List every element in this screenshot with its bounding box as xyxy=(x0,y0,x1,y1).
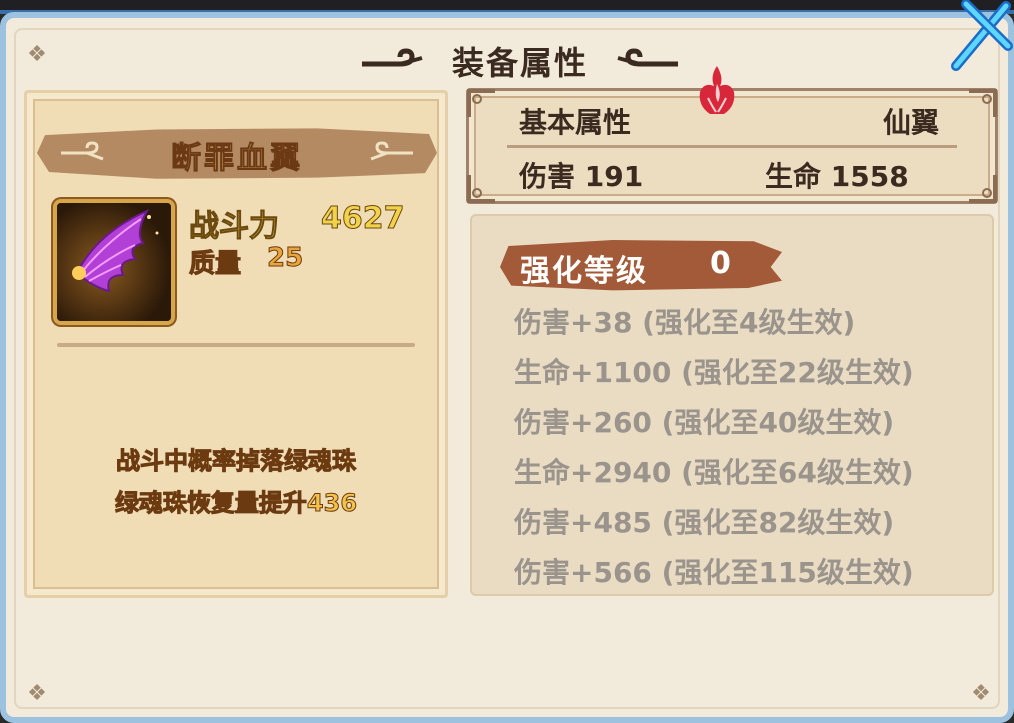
enhancement-level-value: 0 xyxy=(710,246,731,281)
quality-label: 质量 xyxy=(188,249,242,280)
basic-attributes-heading: 基本属性 xyxy=(519,106,632,139)
item-effect-line: 绿魂珠恢复量提升436 xyxy=(114,489,358,518)
purple-wing-icon[interactable] xyxy=(53,199,175,325)
enhancement-bonus-row: 生命+2940 (强化至64级生效) xyxy=(514,456,914,489)
item-effect-line: 战斗中概率掉落绿魂珠 xyxy=(116,447,357,476)
divider xyxy=(507,145,957,148)
enhancement-bonus-list: 伤害+38 (强化至4级生效) 生命+1100 (强化至22级生效) 伤害+26… xyxy=(514,298,914,598)
enhancement-level-banner: 强化等级 0 xyxy=(500,240,782,291)
enhancement-bonus-row: 伤害+260 (强化至40级生效) xyxy=(514,406,895,439)
dialog-title-bar: 装备属性 xyxy=(340,36,700,86)
corner-ornament-icon: ❖ xyxy=(27,42,47,67)
frame-corner-icon xyxy=(467,89,495,117)
frame-corner-icon xyxy=(969,175,997,203)
enhancement-box: 强化等级 0 伤害+38 (强化至4级生效) 生命+1100 (强化至22级生效… xyxy=(470,214,994,596)
scroll-ornament-icon xyxy=(361,48,423,67)
corner-ornament-icon: ❖ xyxy=(27,681,47,706)
damage-stat: 伤害 191 xyxy=(519,160,644,193)
health-stat: 生命 1558 xyxy=(765,160,909,193)
enhancement-level-label: 强化等级 xyxy=(520,254,648,289)
scroll-ornament-icon xyxy=(617,48,678,67)
frame-corner-icon xyxy=(969,89,997,117)
quality-value: 25 xyxy=(266,243,304,274)
enhancement-bonus-row: 生命+1100 (强化至22级生效) xyxy=(514,356,914,389)
item-detail-card: 断罪血翼 战斗力 4627 质量 25 战斗中概率掉落绿魂珠 绿魂珠恢复量提升4… xyxy=(24,90,448,598)
scroll-ornament-icon xyxy=(370,141,413,161)
power-value: 4627 xyxy=(321,201,405,237)
frame-corner-icon xyxy=(467,175,495,203)
close-icon[interactable] xyxy=(946,0,1014,76)
enhancement-bonus-row: 伤害+566 (强化至115级生效) xyxy=(514,556,914,589)
item-name-banner: 断罪血翼 xyxy=(37,128,437,179)
red-flame-icon xyxy=(699,66,735,114)
enhancement-bonus-row: 伤害+38 (强化至4级生效) xyxy=(514,306,856,339)
equipment-type: 仙翼 xyxy=(882,106,939,139)
enhancement-bonus-row: 伤害+485 (强化至82级生效) xyxy=(514,506,895,539)
divider xyxy=(57,343,415,347)
corner-ornament-icon: ❖ xyxy=(971,681,991,706)
dialog-title: 装备属性 xyxy=(451,44,588,82)
power-label: 战斗力 xyxy=(189,209,280,245)
